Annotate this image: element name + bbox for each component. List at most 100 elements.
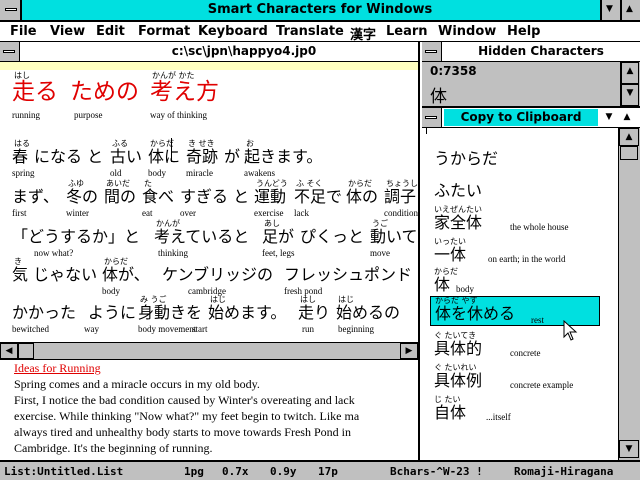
document-titlebar: c:\sc\jpn\happyo4.jp0 [0, 42, 420, 62]
gloss: awakens [244, 168, 275, 178]
hidden-characters-panel: 0:7358 体 ▲ ▼ [422, 62, 640, 108]
window-title: Smart Characters for Windows [207, 2, 433, 17]
menu-file[interactable]: File [10, 24, 37, 39]
list-item[interactable]: いったい 一体 on earth; in the world [430, 238, 600, 268]
japanese-editor[interactable]: はし 走る running ための purpose かんが かた 考え方 way… [0, 62, 420, 342]
japanese-text: ケンブリッジの [162, 265, 274, 284]
scroll-left-button[interactable]: ◀ [0, 343, 18, 359]
menu-translate[interactable]: Translate [276, 24, 344, 39]
mouse-pointer-icon [563, 320, 578, 341]
list-item[interactable]: ふたい [430, 174, 600, 204]
japanese-text: 走る [12, 79, 58, 105]
japanese-text: 起きます。 [244, 147, 323, 166]
gloss: start [192, 324, 208, 334]
status-x: 0.7x [222, 465, 249, 478]
clipboard-scroll-up[interactable]: ▲ [619, 128, 639, 146]
japanese-text: 体の [346, 187, 379, 206]
japanese-text: 体を休める [435, 304, 516, 323]
list-item[interactable]: ぐ たいれい 具体例 concrete example [430, 364, 600, 394]
japanese-text: すぎる と [180, 187, 250, 206]
menu-edit[interactable]: Edit [96, 24, 125, 39]
list-item[interactable]: いえぜんたい 家全体 the whole house [430, 206, 600, 236]
up-arrow-icon: ▲ [625, 132, 633, 142]
gloss: running [12, 110, 40, 120]
gloss: way [84, 324, 99, 334]
clipboard-word-list[interactable]: うからだ ふたい いえぜんたい 家全体 the whole house いったい 一体… [422, 128, 618, 460]
left-arrow-icon: ◀ [5, 346, 13, 356]
gloss: body movement [138, 324, 197, 334]
menu-help[interactable]: Help [507, 24, 540, 39]
japanese-text: 身動きを [138, 303, 203, 322]
japanese-text: 体 [434, 275, 451, 294]
japanese-text: 足が [262, 227, 295, 246]
gloss: eat [142, 208, 153, 218]
japanese-text: 自体 [434, 403, 467, 422]
japanese-text: 冬の [66, 187, 99, 206]
list-item[interactable]: うからだ [430, 142, 600, 172]
menu-kanji[interactable]: 漢字 [350, 24, 376, 43]
clipboard-minimize-button[interactable]: ▼ [602, 109, 616, 126]
gloss: run [302, 324, 314, 334]
hidden-scrollbar[interactable]: ▲ ▼ [620, 62, 640, 106]
document-path: c:\sc\jpn\happyo4.jp0 [171, 44, 317, 58]
hidden-characters-titlebar: Hidden Characters [422, 42, 640, 62]
english-translation-pane[interactable]: Ideas for Running Spring comes and a mir… [0, 360, 420, 460]
maximize-button[interactable]: ▲ [620, 0, 640, 20]
horizontal-scroll-thumb[interactable] [18, 343, 34, 359]
menu-keyboard[interactable]: Keyboard [198, 24, 268, 39]
gloss: rest [531, 315, 544, 325]
maximize-icon: ▲ [626, 4, 633, 14]
japanese-text: 考え方 [150, 79, 219, 105]
gloss: way of thinking [150, 110, 207, 120]
translation-line: always tired and unhealthy body starts t… [14, 425, 351, 439]
hidden-scroll-down[interactable]: ▼ [621, 84, 639, 106]
japanese-text: 体が、 [102, 265, 150, 284]
gloss: concrete [510, 348, 541, 358]
japanese-text: 動いて [370, 227, 418, 246]
hidden-character[interactable]: 体 [430, 82, 447, 107]
menu-view[interactable]: View [50, 24, 85, 39]
gloss: old [110, 168, 122, 178]
gloss: miracle [186, 168, 213, 178]
gloss: bewitched [12, 324, 49, 334]
japanese-text: フレッシュポンド [284, 265, 413, 284]
japanese-text: 「どうするか」と [12, 227, 141, 246]
gloss: on earth; in the world [488, 254, 566, 264]
scroll-right-button[interactable]: ▶ [400, 343, 418, 359]
copy-to-clipboard-button[interactable]: Copy to Clipboard [444, 109, 598, 126]
japanese-text: 考えていると [154, 227, 250, 246]
clipboard-scroll-down[interactable]: ▼ [619, 440, 639, 458]
editor-horizontal-scrollbar[interactable]: ◀ ▶ [0, 342, 420, 360]
clipboard-scroll-thumb[interactable] [620, 146, 638, 160]
gloss: over [180, 208, 196, 218]
gloss: lack [294, 208, 309, 218]
menu-learn[interactable]: Learn [386, 24, 428, 39]
japanese-text: 始めるの [336, 303, 401, 322]
menu-format[interactable]: Format [138, 24, 190, 39]
hidden-menu-button[interactable] [422, 42, 442, 61]
menu-window[interactable]: Window [438, 24, 496, 39]
clipboard-titlebar: Copy to Clipboard ▼ ▲ [422, 108, 640, 128]
japanese-text: が [224, 147, 241, 166]
clipboard-menu-button[interactable] [422, 108, 442, 127]
japanese-text: うからだ [434, 149, 499, 168]
list-caret [426, 128, 427, 134]
list-item[interactable]: じ たい 自体 ...itself [430, 396, 600, 426]
title-bar: Smart Characters for Windows ▼ ▲ [0, 0, 640, 22]
translation-line: exercise. While thinking "Now what?" my … [14, 409, 360, 423]
japanese-text: 走り [298, 303, 331, 322]
clipboard-maximize-button[interactable]: ▲ [620, 109, 634, 126]
japanese-text: 春 [12, 147, 29, 166]
status-chars: Bchars-^W-23 ! [390, 465, 483, 478]
gloss: now what? [34, 248, 74, 258]
minimize-icon: ▼ [605, 112, 613, 122]
list-item[interactable]: からだ体 body [430, 268, 600, 298]
clipboard-scrollbar[interactable]: ▲ ▼ [618, 128, 640, 460]
japanese-text: 間の [104, 187, 137, 206]
minimize-button[interactable]: ▼ [600, 0, 620, 20]
menu-bar: File View Edit Format Keyboard Translate… [0, 22, 640, 43]
clipboard-menu-icon [425, 116, 437, 119]
gloss: purpose [74, 110, 103, 120]
status-pt: 17p [318, 465, 338, 478]
hidden-scroll-up[interactable]: ▲ [621, 62, 639, 84]
